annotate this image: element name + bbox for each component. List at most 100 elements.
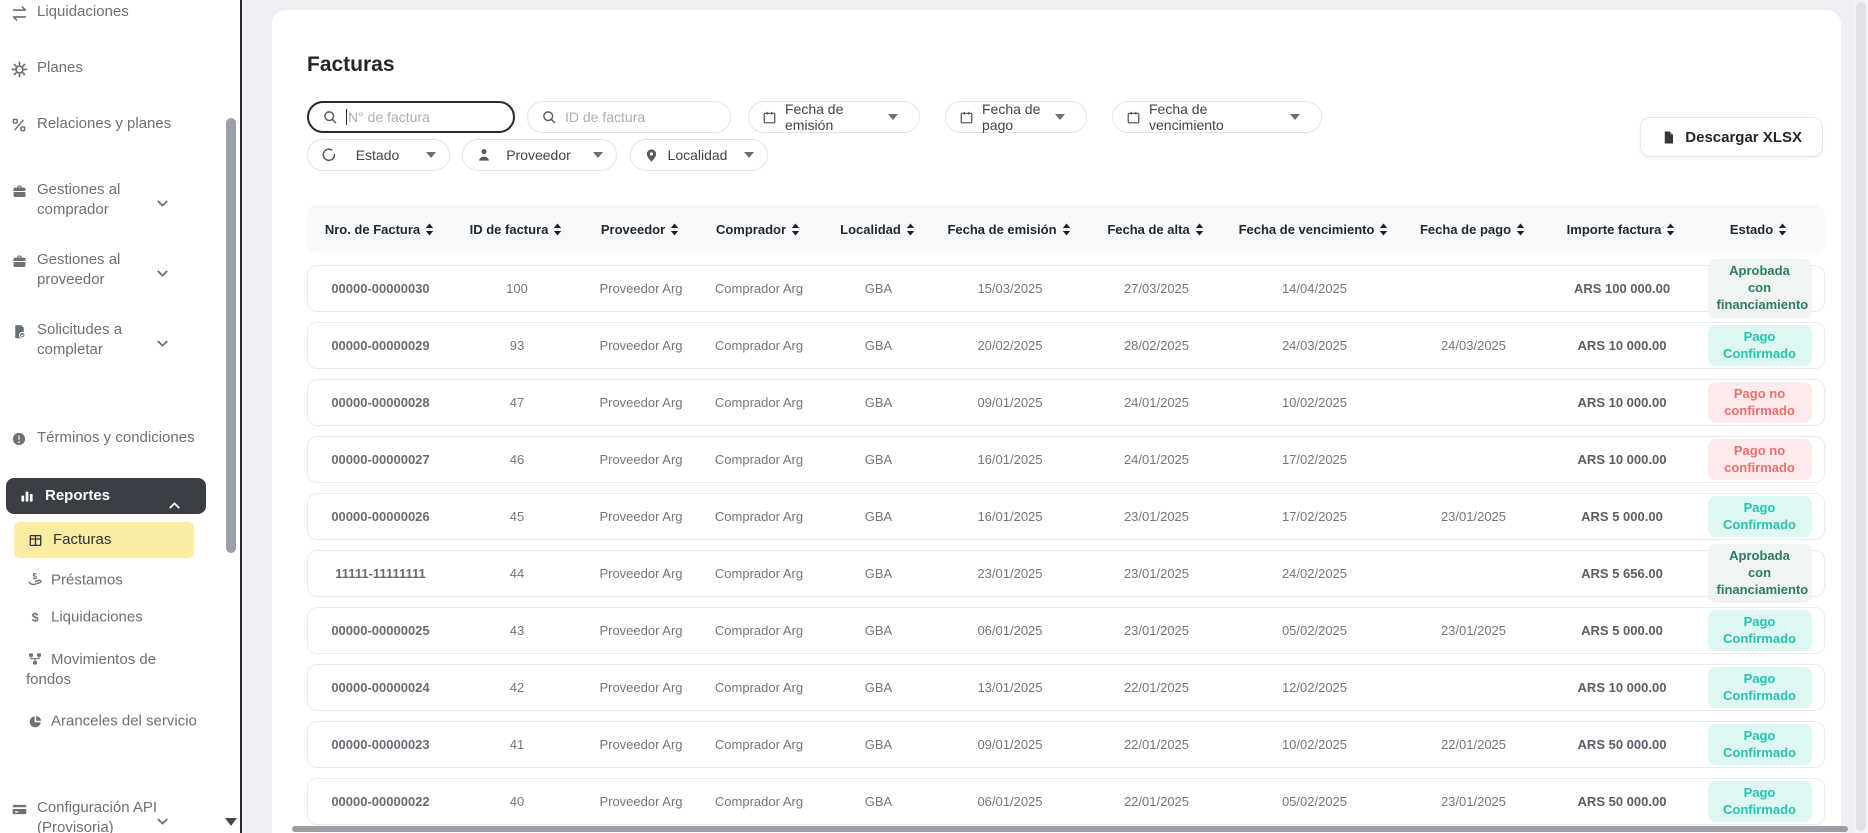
cell: Proveedor Arg <box>581 794 701 809</box>
column-header-id-de-factura[interactable]: ID de factura <box>452 222 580 237</box>
cell: 24/03/2025 <box>1233 338 1396 353</box>
sidebar-item-prestamos[interactable]: $Préstamos <box>26 568 202 592</box>
sidebar-item-terminos-y-condiciones[interactable]: Términos y condiciones <box>0 428 220 452</box>
sort-icon <box>553 223 562 236</box>
cell: 46 <box>453 452 581 467</box>
sidebar-scrollbar-thumb[interactable] <box>226 118 236 553</box>
sidebar-item-label: Aranceles del servicio <box>51 713 197 730</box>
sidebar-item-label: Términos y condiciones <box>37 428 207 448</box>
main-area: Facturas N° de facturaID de facturaFecha… <box>242 0 1854 833</box>
column-header-comprador[interactable]: Comprador <box>700 222 816 237</box>
sidebar-item-label: Gestiones al comprador <box>37 180 169 220</box>
table-row[interactable]: 00000-0000002442Proveedor ArgComprador A… <box>307 664 1825 711</box>
column-header-nro-de-factura[interactable]: Nro. de Factura <box>307 222 452 237</box>
cell: 43 <box>453 623 581 638</box>
table-row[interactable]: 00000-0000002746Proveedor ArgComprador A… <box>307 436 1825 483</box>
filter-row-1: N° de factura ID de factura Fecha de emisi… <box>307 101 1322 133</box>
status-badge: Pago Confirmado <box>1708 724 1812 766</box>
table-row[interactable]: 00000-0000002240Proveedor ArgComprador A… <box>307 778 1825 825</box>
sort-icon <box>425 223 434 236</box>
clipboard-check-icon <box>10 322 28 340</box>
sidebar-item-liquidaciones-reporte[interactable]: $Liquidaciones <box>26 606 202 630</box>
window-scrollbar-thumb[interactable] <box>1856 2 1866 831</box>
cell: Comprador Arg <box>701 794 817 809</box>
column-header-label: Fecha de emisión <box>947 222 1056 237</box>
cell: 20/02/2025 <box>940 338 1080 353</box>
cell: 09/01/2025 <box>940 395 1080 410</box>
sidebar-item-liquidaciones[interactable]: Liquidaciones <box>0 2 220 26</box>
table-row[interactable]: 00000-0000002993Proveedor ArgComprador A… <box>307 322 1825 369</box>
column-header-localidad[interactable]: Localidad <box>816 222 939 237</box>
cell: 22/01/2025 <box>1080 680 1233 695</box>
column-header-estado[interactable]: Estado <box>1692 222 1825 237</box>
cell: ARS 50 000.00 <box>1551 794 1693 809</box>
sidebar-item-label: Relaciones y planes <box>37 114 207 134</box>
cell: 13/01/2025 <box>940 680 1080 695</box>
scroll-down-arrow[interactable] <box>225 818 237 826</box>
filter-proveedor[interactable]: Proveedor <box>462 139 617 171</box>
window-scrollbar[interactable] <box>1854 0 1868 833</box>
sidebar-item-gestiones-al-comprador[interactable]: Gestiones al comprador <box>0 180 220 224</box>
sidebar-item-solicitudes-a-completar[interactable]: Solicitudes a completar <box>0 320 220 364</box>
table-row[interactable]: 00000-0000002543Proveedor ArgComprador A… <box>307 607 1825 654</box>
column-header-fecha-de-emisi-n[interactable]: Fecha de emisión <box>939 222 1079 237</box>
column-header-fecha-de-alta[interactable]: Fecha de alta <box>1079 222 1232 237</box>
column-header-importe-factura[interactable]: Importe factura <box>1550 222 1692 237</box>
cell: 22/01/2025 <box>1080 794 1233 809</box>
caret-down-icon <box>426 152 436 158</box>
sort-icon <box>670 223 679 236</box>
cell: 00000-00000028 <box>308 395 453 410</box>
cell: Comprador Arg <box>701 737 817 752</box>
pin-icon <box>644 148 659 163</box>
table-row[interactable]: 11111-1111111144Proveedor ArgComprador A… <box>307 550 1825 597</box>
sidebar-item-planes[interactable]: Planes <box>0 58 220 82</box>
sidebar-item-label: Facturas <box>53 530 194 550</box>
sidebar-item-configuracion-api[interactable]: Configuración API (Provisoria) <box>0 798 220 833</box>
table-row[interactable]: 00000-00000030100Proveedor ArgComprador … <box>307 265 1825 312</box>
table-row[interactable]: 00000-0000002847Proveedor ArgComprador A… <box>307 379 1825 426</box>
swap-icon <box>10 4 28 22</box>
cell: 24/01/2025 <box>1080 452 1233 467</box>
sidebar-item-facturas[interactable]: Facturas <box>14 522 194 558</box>
chevron-down-icon <box>153 334 171 352</box>
cell: Proveedor Arg <box>581 737 701 752</box>
cell: 23/01/2025 <box>1396 794 1551 809</box>
gear-icon <box>10 60 28 78</box>
estado-cell: Pago no confirmado <box>1693 439 1826 481</box>
column-header-label: Importe factura <box>1567 222 1662 237</box>
cell: 24/01/2025 <box>1080 395 1233 410</box>
cell: 22/01/2025 <box>1080 737 1233 752</box>
sidebar-item-relaciones-y-planes[interactable]: Relaciones y planes <box>0 114 220 138</box>
horizontal-scrollbar[interactable] <box>292 826 1848 832</box>
table-row[interactable]: 00000-0000002341Proveedor ArgComprador A… <box>307 721 1825 768</box>
search-input-n-de-factura[interactable]: N° de factura <box>307 101 515 133</box>
search-input-id-de-factura[interactable]: ID de factura <box>527 101 731 133</box>
column-header-proveedor[interactable]: Proveedor <box>580 222 700 237</box>
sidebar-item-aranceles-del-servicio[interactable]: Aranceles del servicio <box>26 710 202 754</box>
sidebar-item-movimientos-de-fondos[interactable]: Movimientos de fondos <box>26 648 202 692</box>
cell: 00000-00000024 <box>308 680 453 695</box>
column-header-fecha-de-vencimiento[interactable]: Fecha de vencimiento <box>1232 222 1395 237</box>
filter-fecha-de-emisi-n[interactable]: Fecha de emisión <box>748 101 920 133</box>
sort-icon <box>1778 223 1787 236</box>
estado-cell: Pago Confirmado <box>1693 496 1826 538</box>
status-badge: Pago no confirmado <box>1708 439 1812 481</box>
filter-fecha-de-pago[interactable]: Fecha de pago <box>945 101 1087 133</box>
cell: GBA <box>817 794 940 809</box>
sidebar-item-label: Liquidaciones <box>37 2 207 22</box>
table-row[interactable]: 00000-0000002645Proveedor ArgComprador A… <box>307 493 1825 540</box>
search-icon <box>541 109 557 125</box>
download-xlsx-button[interactable]: Descargar XLSX <box>1640 117 1823 157</box>
sidebar-item-reportes[interactable]: Reportes <box>6 478 206 514</box>
filter-localidad[interactable]: Localidad <box>630 139 768 171</box>
filter-estado[interactable]: Estado <box>307 139 450 171</box>
cell: Comprador Arg <box>701 566 817 581</box>
filter-fecha-de-vencimiento[interactable]: Fecha de vencimiento <box>1112 101 1322 133</box>
sidebar-item-label: Planes <box>37 58 207 78</box>
sidebar-item-gestiones-al-proveedor[interactable]: Gestiones al proveedor <box>0 250 220 294</box>
column-header-fecha-de-pago[interactable]: Fecha de pago <box>1395 222 1550 237</box>
cell: ARS 10 000.00 <box>1551 680 1693 695</box>
cell: GBA <box>817 737 940 752</box>
placeholder-text: ID de factura <box>565 109 645 125</box>
cell: 23/01/2025 <box>1396 509 1551 524</box>
